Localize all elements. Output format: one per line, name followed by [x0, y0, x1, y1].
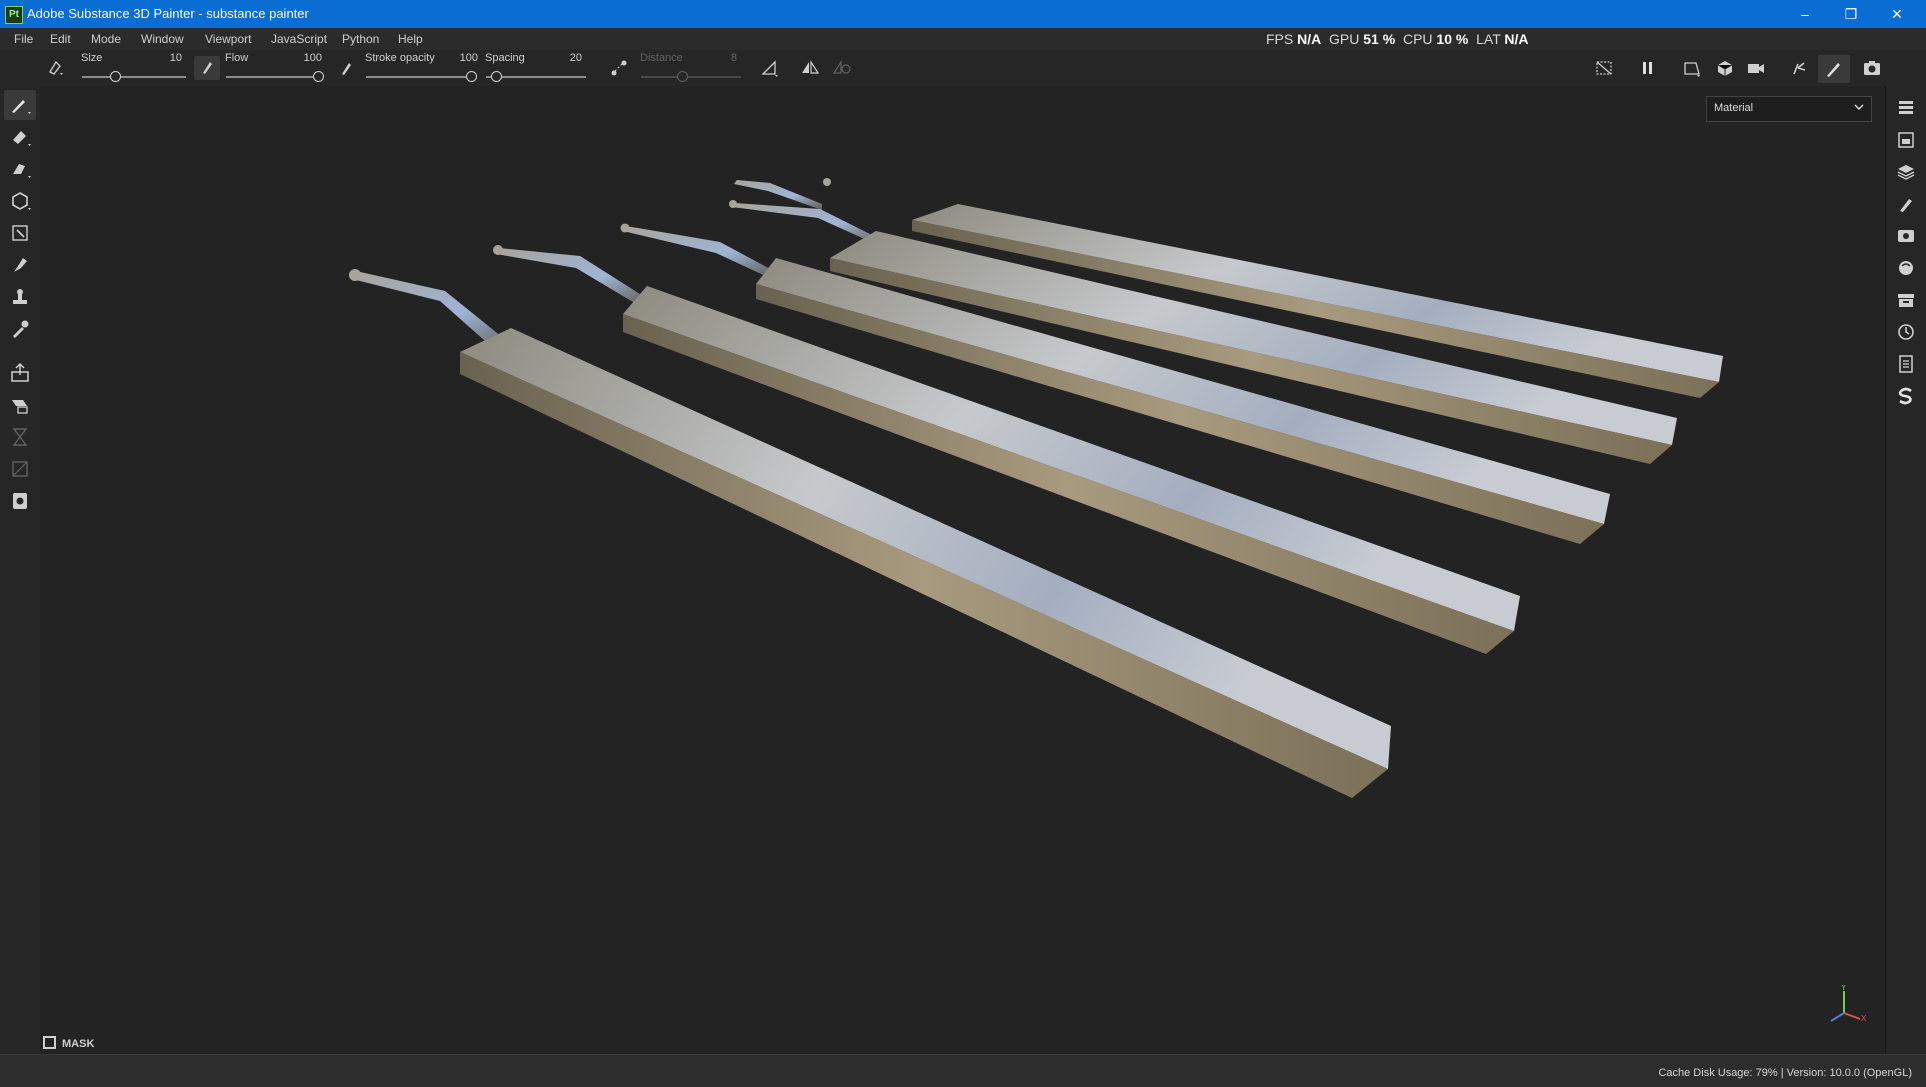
chevron-down-icon	[1854, 104, 1864, 110]
menu-mode[interactable]: Mode	[91, 32, 121, 46]
spacing-slider-handle[interactable]	[491, 71, 502, 82]
cpu-label: CPU	[1402, 31, 1433, 47]
properties-icon[interactable]	[1896, 194, 1916, 214]
display-settings-icon[interactable]	[1896, 226, 1916, 246]
axis-y-label: Y	[1841, 985, 1847, 992]
viewport-render[interactable]	[40, 86, 1886, 1054]
menu-edit[interactable]: Edit	[50, 32, 71, 46]
lat-label: LAT	[1476, 31, 1501, 47]
title-bar: Pt Adobe Substance 3D Painter - substanc…	[0, 0, 1926, 28]
paint-brush-mode-icon	[1827, 63, 1840, 77]
minimize-button[interactable]: –	[1782, 0, 1828, 28]
lazy-mouse-icon[interactable]	[609, 58, 629, 78]
projection-icon[interactable]	[9, 158, 31, 180]
screenshot-camera-icon[interactable]	[1862, 58, 1882, 78]
window-title: Adobe Substance 3D Painter - substance p…	[27, 6, 309, 21]
gpu-value: 51 %	[1363, 31, 1396, 47]
texture-set-settings-icon[interactable]	[1896, 130, 1916, 150]
view-mode-2d-icon[interactable]	[1682, 58, 1702, 78]
pen-pressure-size-icon[interactable]	[194, 56, 220, 80]
axis-gizmo: Y X	[1830, 985, 1867, 1023]
mask-indicator[interactable]: MASK	[43, 1036, 94, 1050]
menu-python[interactable]: Python	[342, 32, 379, 46]
menu-file[interactable]: File	[14, 32, 33, 46]
texture-set-list-icon[interactable]	[1896, 98, 1916, 118]
flow-slider-handle[interactable]	[313, 71, 324, 82]
menu-javascript[interactable]: JavaScript	[271, 32, 327, 46]
hide-overlay-icon[interactable]	[1594, 58, 1614, 78]
spacing-value[interactable]: 20	[552, 52, 582, 64]
performance-readout: FPS N/A GPU 51 % CPU 10 % LAT N/A	[1266, 28, 1529, 50]
paint-brush-icon[interactable]	[9, 94, 31, 116]
tool-model-5[interactable]	[734, 178, 1723, 398]
log-icon[interactable]	[1896, 354, 1916, 374]
geometry-fill-icon[interactable]	[9, 190, 31, 212]
mask-label: MASK	[62, 1038, 95, 1050]
tool-properties-bar: Size 10 Flow 100 Stroke opacity 100 Spac…	[0, 50, 1926, 87]
substance-icon[interactable]	[1896, 386, 1916, 406]
export-icon[interactable]	[9, 490, 31, 512]
lights-icon[interactable]	[1789, 58, 1809, 78]
uv-tile-icon	[12, 461, 28, 477]
flow-value[interactable]: 100	[292, 52, 322, 64]
distance-value: 8	[730, 52, 737, 64]
eraser-icon[interactable]	[9, 126, 31, 148]
brush-preset-icon[interactable]	[46, 58, 66, 78]
layers-icon[interactable]	[1896, 162, 1916, 182]
size-slider-track[interactable]	[82, 76, 186, 78]
distance-label: Distance	[640, 52, 683, 64]
stroke-opacity-slider-track[interactable]	[366, 76, 476, 78]
gpu-label: GPU	[1329, 31, 1360, 47]
pause-render-icon[interactable]	[1638, 58, 1658, 78]
symmetry-icon[interactable]	[800, 58, 820, 78]
status-text: Cache Disk Usage: 79% | Version: 10.0.0 …	[1658, 1067, 1912, 1079]
size-value[interactable]: 10	[152, 52, 182, 64]
fps-label: FPS	[1266, 31, 1294, 47]
paint-mode-toggle[interactable]	[1818, 55, 1850, 83]
axis-x-label: X	[1861, 1014, 1867, 1023]
camera-settings-icon[interactable]	[1746, 58, 1766, 78]
distance-slider-track	[641, 76, 741, 78]
history-icon[interactable]	[1896, 322, 1916, 342]
stroke-opacity-value[interactable]: 100	[448, 52, 478, 64]
distance-slider-handle	[677, 71, 688, 82]
smudge-icon[interactable]	[9, 254, 31, 276]
assets-icon[interactable]	[1896, 290, 1916, 310]
clone-stamp-icon[interactable]	[9, 286, 31, 308]
close-button[interactable]: ✕	[1874, 0, 1920, 28]
bake-icon[interactable]	[9, 362, 31, 384]
fps-value: N/A	[1297, 31, 1322, 47]
left-tool-shelf	[0, 86, 41, 1054]
spacing-label: Spacing	[485, 52, 525, 64]
quick-mask-icon[interactable]	[9, 394, 31, 416]
pen-pressure-flow-icon[interactable]	[337, 58, 357, 78]
stroke-opacity-label: Stroke opacity	[365, 52, 435, 64]
shader-settings-icon[interactable]	[1896, 258, 1916, 278]
channel-select[interactable]: Material	[1706, 96, 1872, 122]
color-picker-icon[interactable]	[9, 318, 31, 340]
menu-window[interactable]: Window	[141, 32, 184, 46]
menu-bar: File Edit Mode Window Viewport JavaScrip…	[0, 28, 1926, 50]
alignment-icon[interactable]	[760, 58, 780, 78]
menu-viewport[interactable]: Viewport	[205, 32, 251, 46]
app-logo-icon: Pt	[5, 6, 23, 24]
status-bar: Cache Disk Usage: 79% | Version: 10.0.0 …	[0, 1054, 1926, 1087]
polygon-fill-icon[interactable]	[9, 222, 31, 244]
restore-button[interactable]: ❐	[1828, 0, 1874, 28]
view-mode-3d-icon[interactable]	[1715, 58, 1735, 78]
stroke-opacity-slider-handle[interactable]	[466, 71, 477, 82]
right-panel-shelf	[1885, 86, 1926, 1054]
flow-slider-track[interactable]	[226, 76, 324, 78]
lat-value: N/A	[1504, 31, 1529, 47]
size-slider-handle[interactable]	[110, 71, 121, 82]
size-label: Size	[81, 52, 103, 64]
symmetry-settings-icon	[832, 59, 851, 74]
flow-label: Flow	[225, 52, 249, 64]
menu-help[interactable]: Help	[398, 32, 423, 46]
channel-select-value: Material	[1714, 102, 1754, 114]
hourglass-icon	[12, 428, 28, 446]
mask-checkbox[interactable]	[43, 1036, 56, 1049]
3d-viewport[interactable]	[40, 86, 1886, 1054]
cpu-value: 10 %	[1436, 31, 1469, 47]
